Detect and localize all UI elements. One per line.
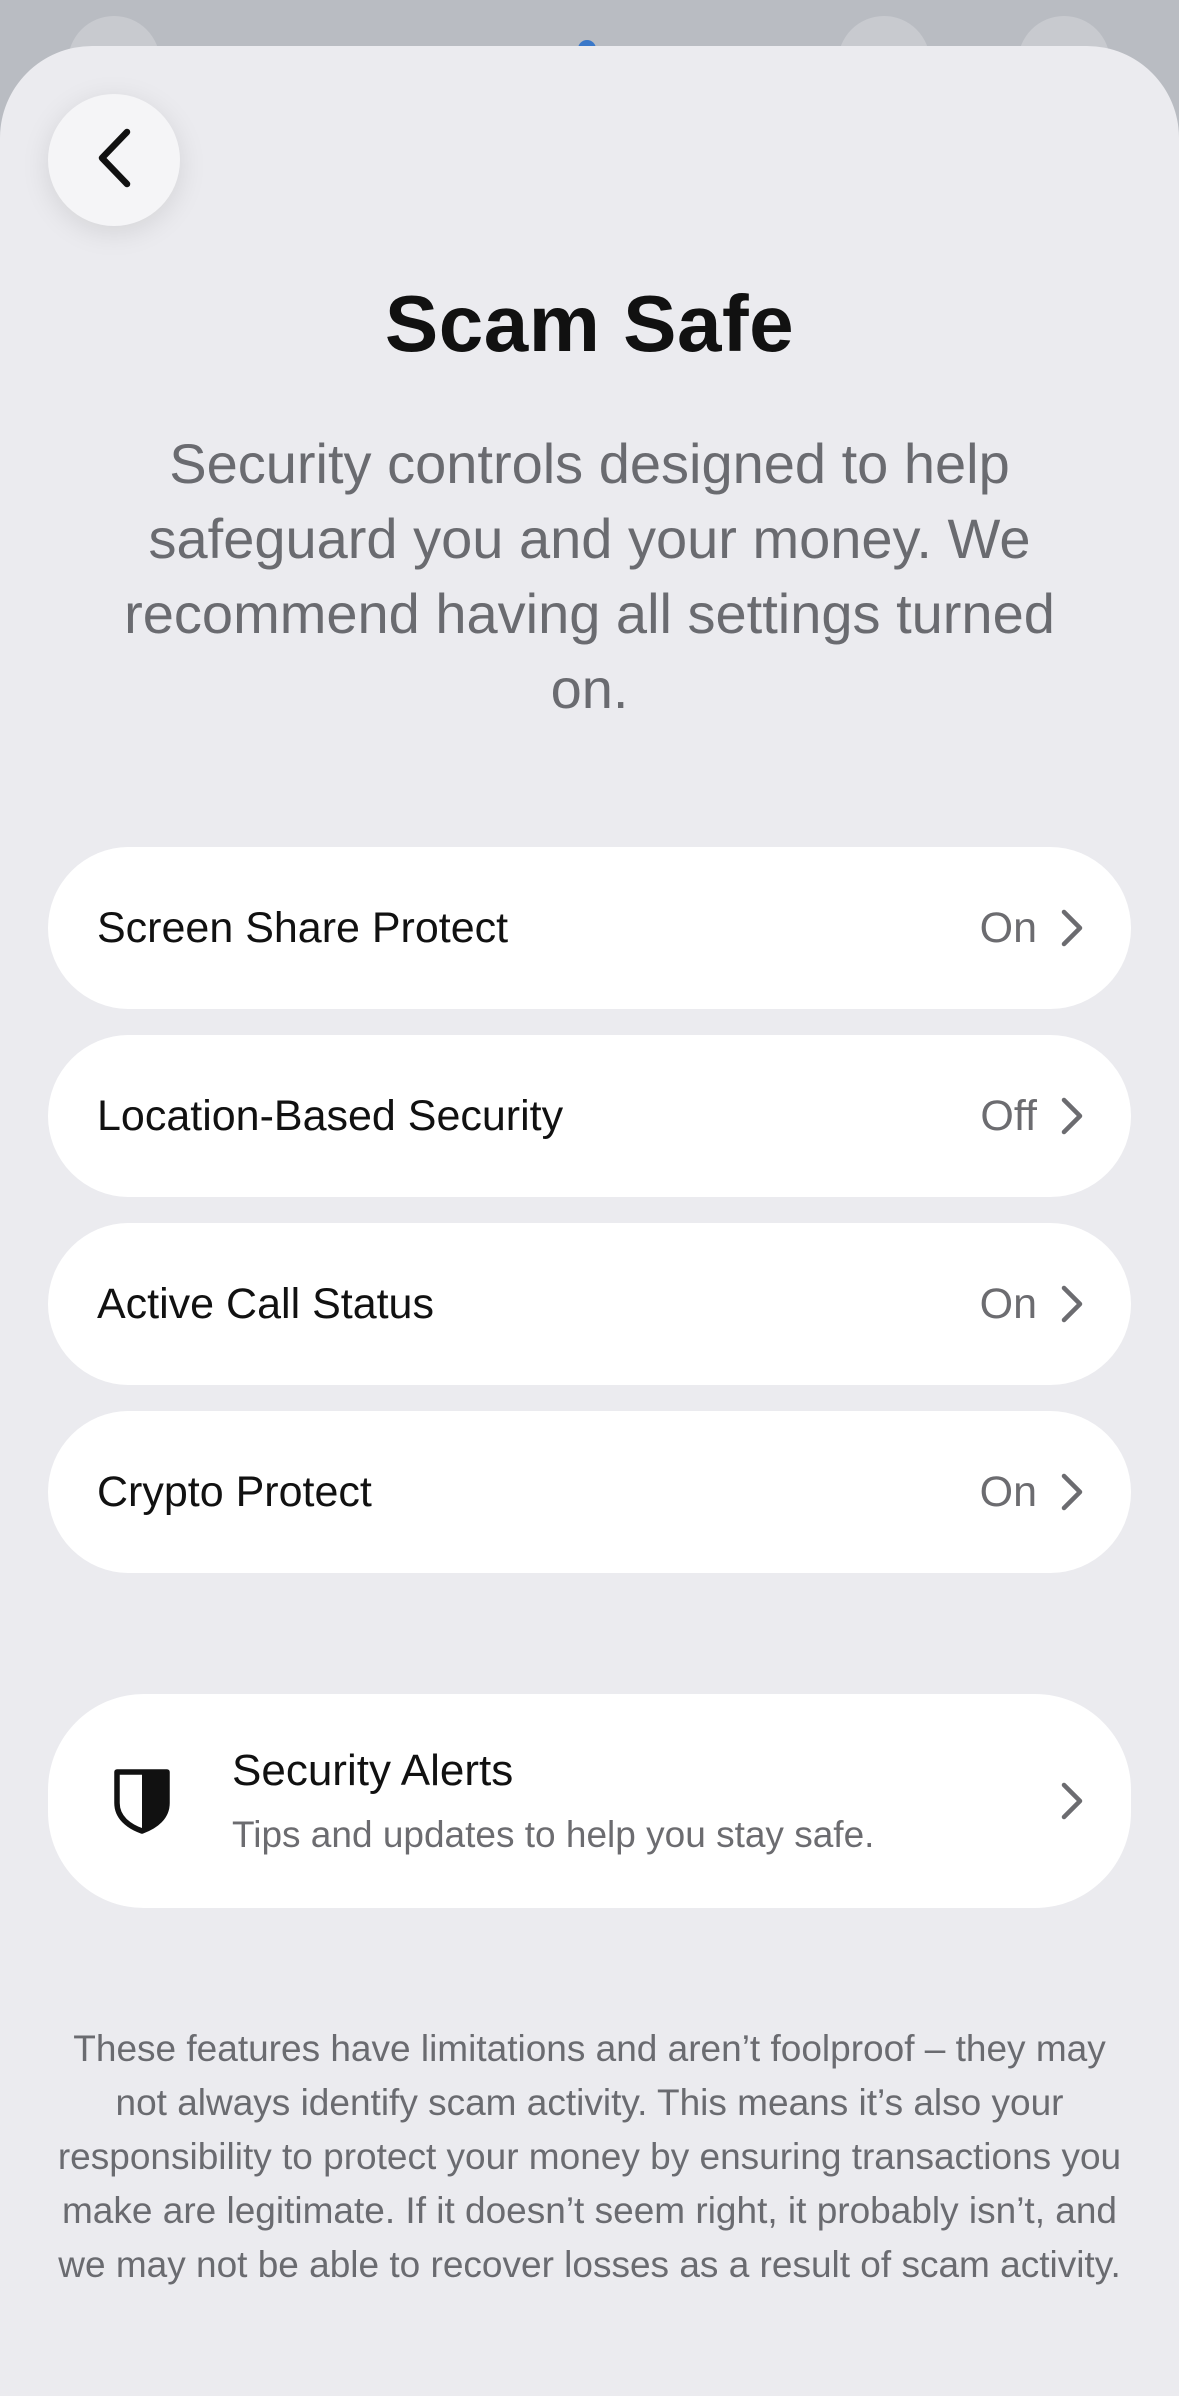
setting-label: Crypto Protect: [97, 1467, 372, 1516]
chevron-right-icon: [1059, 1781, 1085, 1821]
back-button[interactable]: [48, 94, 180, 226]
setting-row-crypto-protect[interactable]: Crypto Protect On: [48, 1411, 1131, 1573]
chevron-right-icon: [1059, 908, 1085, 948]
shield-icon: [112, 1766, 172, 1836]
setting-value: On: [979, 1279, 1037, 1328]
setting-row-screen-share-protect[interactable]: Screen Share Protect On: [48, 847, 1131, 1009]
disclaimer-text: These features have limitations and aren…: [57, 2028, 1122, 2285]
intro-text: Security controls designed to help safeg…: [124, 432, 1055, 720]
setting-row-active-call-status[interactable]: Active Call Status On: [48, 1223, 1131, 1385]
chevron-right-icon: [1059, 1472, 1085, 1512]
setting-value: On: [979, 1467, 1037, 1516]
setting-value: Off: [980, 1091, 1037, 1140]
security-alerts-card[interactable]: Security Alerts Tips and updates to help…: [48, 1694, 1131, 1908]
setting-value: On: [979, 903, 1037, 952]
page-title: Scam Safe: [384, 279, 795, 368]
security-alerts-subtitle: Tips and updates to help you stay safe.: [232, 1814, 875, 1855]
chevron-right-icon: [1059, 1096, 1085, 1136]
setting-label: Active Call Status: [97, 1279, 434, 1328]
security-alerts-title: Security Alerts: [232, 1746, 514, 1795]
scam-safe-sheet: Scam Safe Security controls designed to …: [0, 46, 1179, 2396]
setting-label: Screen Share Protect: [97, 903, 509, 952]
setting-label: Location-Based Security: [97, 1091, 564, 1140]
chevron-right-icon: [1059, 1284, 1085, 1324]
setting-row-location-based-security[interactable]: Location-Based Security Off: [48, 1035, 1131, 1197]
chevron-left-icon: [94, 127, 134, 194]
security-alerts-text: Security Alerts Tips and updates to help…: [232, 1746, 1059, 1856]
